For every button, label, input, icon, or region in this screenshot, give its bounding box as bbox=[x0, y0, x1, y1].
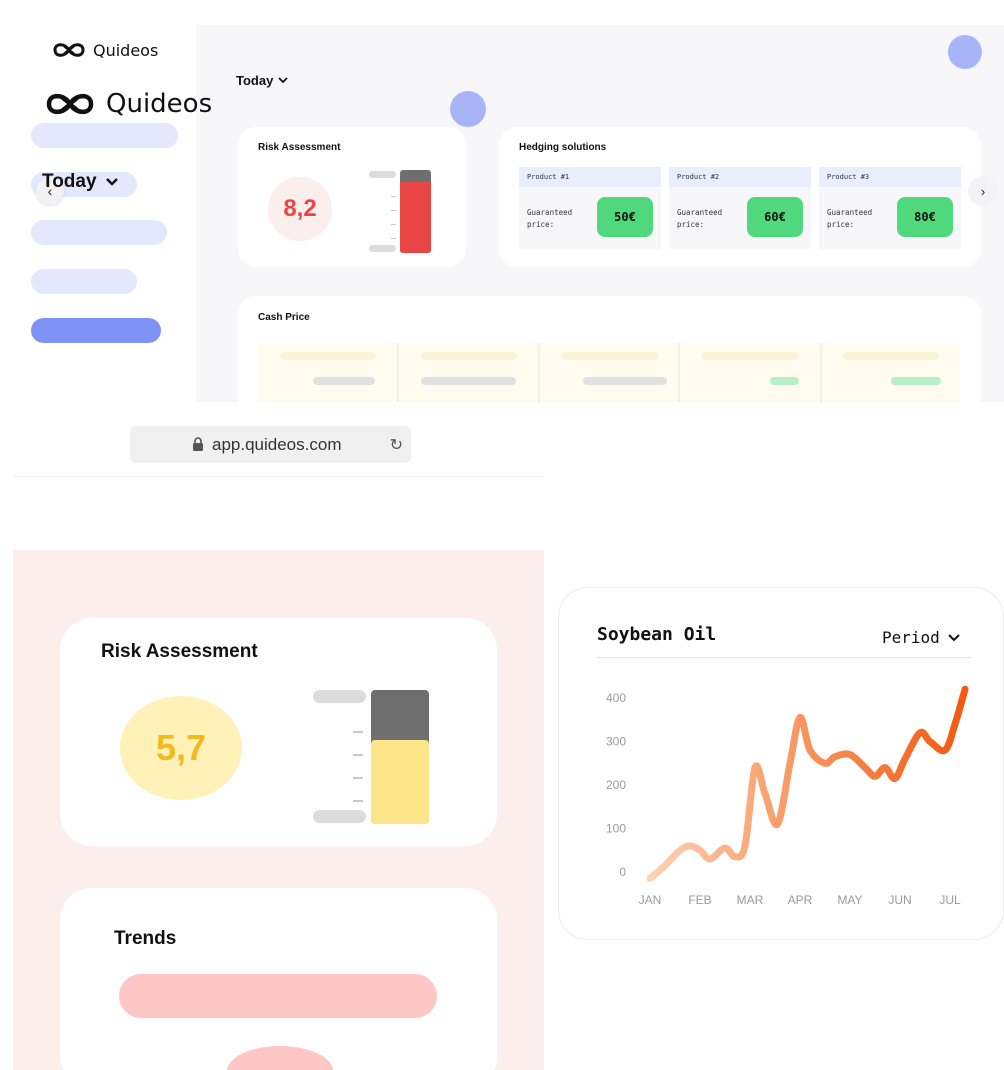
table-cell-placeholder bbox=[583, 377, 667, 385]
gauge-tick bbox=[353, 731, 363, 733]
y-tick-label: 400 bbox=[606, 691, 626, 705]
price-button[interactable]: 80€ bbox=[897, 197, 953, 237]
reload-icon[interactable]: ↻ bbox=[390, 435, 403, 455]
x-tick-label: MAR bbox=[737, 893, 764, 907]
table-cell-placeholder bbox=[770, 377, 799, 385]
trends-card-title: Trends bbox=[114, 928, 177, 949]
product-price-label: Guaranteed price: bbox=[527, 208, 573, 229]
period-label: Period bbox=[882, 628, 940, 647]
gauge-cap-top bbox=[313, 690, 366, 703]
table-header-placeholder bbox=[280, 352, 376, 360]
price-button[interactable]: 50€ bbox=[597, 197, 653, 237]
y-tick-label: 300 bbox=[606, 735, 626, 749]
chart-title: Soybean Oil bbox=[597, 624, 717, 645]
product-name: Product #3 bbox=[819, 167, 961, 187]
risk-gauge-fill bbox=[371, 739, 429, 824]
gauge-tick bbox=[391, 196, 396, 197]
lock-icon bbox=[193, 437, 203, 451]
avatar[interactable] bbox=[948, 35, 982, 69]
sidebar-item-active[interactable] bbox=[31, 318, 161, 343]
x-tick-label: JAN bbox=[639, 893, 662, 907]
product-name: Product #2 bbox=[669, 167, 811, 187]
risk-score: 5,7 bbox=[120, 696, 242, 800]
date-range-dropdown[interactable]: Today bbox=[42, 171, 119, 193]
table-divider bbox=[397, 343, 399, 402]
x-tick-label: JUL bbox=[939, 893, 961, 907]
risk-gauge bbox=[371, 690, 429, 824]
chevron-right-icon: › bbox=[980, 183, 986, 199]
chevron-down-icon bbox=[278, 77, 288, 84]
x-tick-label: MAY bbox=[837, 893, 862, 907]
gauge-tick bbox=[353, 777, 363, 779]
product-card[interactable]: Product #3 Guaranteed price: 80€ bbox=[819, 167, 961, 249]
table-header-placeholder bbox=[562, 352, 658, 360]
gauge-tick bbox=[353, 800, 363, 802]
risk-card-title: Risk Assessment bbox=[101, 641, 258, 662]
soybean-line-chart: 0 100 200 300 400 JAN FEB MAR APR MAY JUN JUL bbox=[606, 685, 969, 907]
risk-card-title: Risk Assessment bbox=[258, 142, 341, 153]
browser-url-bar[interactable]: app.quideos.com ↻ bbox=[130, 426, 411, 463]
infinity-logo-icon bbox=[53, 43, 85, 57]
hedging-card-title: Hedging solutions bbox=[519, 142, 607, 153]
table-divider bbox=[820, 343, 822, 402]
date-range-label: Today bbox=[42, 171, 97, 192]
table-header-placeholder bbox=[421, 352, 517, 360]
y-tick-label: 200 bbox=[606, 778, 626, 792]
sidebar-item[interactable] bbox=[31, 220, 167, 245]
trends-bar-placeholder bbox=[119, 974, 437, 1018]
chevron-down-icon bbox=[948, 633, 960, 641]
product-price-label: Guaranteed price: bbox=[827, 208, 873, 229]
product-card[interactable]: Product #2 Guaranteed price: 60€ bbox=[669, 167, 811, 249]
gauge-tick bbox=[353, 754, 363, 756]
carousel-next-button[interactable]: › bbox=[968, 176, 998, 206]
header-divider bbox=[13, 476, 544, 477]
brand-name: Quideos bbox=[93, 40, 159, 60]
x-tick-label: APR bbox=[788, 893, 813, 907]
risk-gauge-fill bbox=[400, 182, 431, 253]
chevron-down-icon bbox=[105, 178, 118, 186]
risk-gauge bbox=[400, 170, 431, 253]
product-price-label: Guaranteed price: bbox=[677, 208, 723, 229]
avatar[interactable] bbox=[450, 91, 486, 127]
gauge-tick bbox=[391, 224, 396, 225]
chart-title-divider bbox=[597, 657, 971, 658]
price-button[interactable]: 60€ bbox=[747, 197, 803, 237]
table-header-placeholder bbox=[843, 352, 939, 360]
product-card[interactable]: Product #1 Guaranteed price: 50€ bbox=[519, 167, 661, 249]
period-dropdown[interactable]: Period bbox=[882, 628, 960, 647]
y-tick-label: 0 bbox=[619, 865, 626, 879]
sidebar-item[interactable] bbox=[31, 269, 137, 294]
table-cell-placeholder bbox=[891, 377, 941, 385]
mobile-brand-logo[interactable]: Quideos bbox=[44, 89, 212, 119]
table-divider bbox=[678, 343, 680, 402]
table-header-placeholder bbox=[702, 352, 798, 360]
infinity-logo-icon bbox=[46, 93, 94, 115]
gauge-tick bbox=[391, 210, 396, 211]
gauge-tick bbox=[391, 238, 396, 239]
x-tick-label: JUN bbox=[888, 893, 911, 907]
gauge-cap-top bbox=[369, 171, 396, 178]
gauge-cap-bottom bbox=[313, 810, 366, 823]
table-cell-placeholder bbox=[313, 377, 375, 385]
brand-name: Quideos bbox=[106, 89, 213, 119]
y-tick-label: 100 bbox=[606, 822, 626, 836]
date-range-label: Today bbox=[236, 73, 274, 88]
series-line bbox=[646, 685, 969, 883]
brand-logo[interactable]: Quideos bbox=[52, 40, 158, 60]
cash-card-title: Cash Price bbox=[258, 312, 310, 323]
table-divider bbox=[538, 343, 540, 402]
url-text: app.quideos.com bbox=[212, 435, 342, 454]
table-cell-placeholder bbox=[421, 377, 516, 385]
x-tick-label: FEB bbox=[688, 893, 711, 907]
sidebar-item[interactable] bbox=[31, 123, 178, 148]
gauge-cap-bottom bbox=[369, 245, 396, 252]
product-name: Product #1 bbox=[519, 167, 661, 187]
date-range-dropdown[interactable]: Today bbox=[236, 73, 288, 88]
risk-score: 8,2 bbox=[268, 177, 332, 241]
